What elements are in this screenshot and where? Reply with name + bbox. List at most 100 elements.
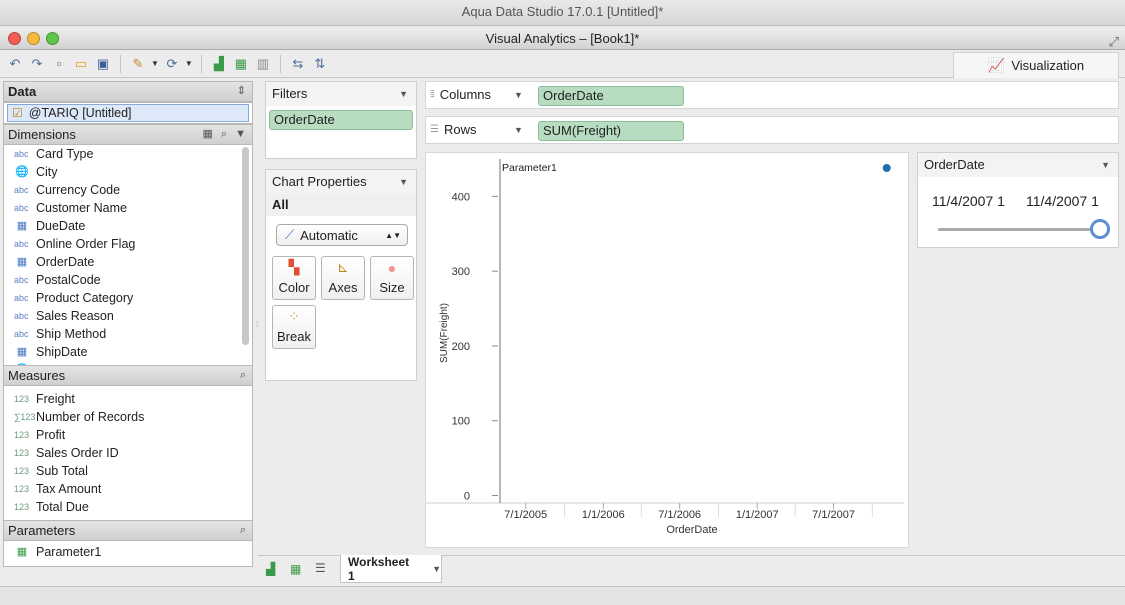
axes-button[interactable]: ⊾ Axes xyxy=(321,256,365,300)
size-button[interactable]: ● Size xyxy=(370,256,414,300)
y-tick-label: 100 xyxy=(452,416,470,428)
visualization-tab[interactable]: 📈 Visualization xyxy=(953,52,1119,78)
close-window-button[interactable] xyxy=(8,32,21,45)
minimize-window-button[interactable] xyxy=(27,32,40,45)
x-axis-label: OrderDate xyxy=(666,524,717,536)
chevron-down-icon[interactable]: ▼ xyxy=(235,125,246,144)
columns-pill-orderdate[interactable]: OrderDate xyxy=(538,86,684,106)
add-dashboard-icon[interactable]: ▦ xyxy=(290,562,301,576)
columns-grip-icon: ⦙⦙⦙ xyxy=(430,89,435,100)
chevron-down-icon[interactable]: ▼ xyxy=(1101,153,1110,177)
list-item[interactable]: abc PostalCode xyxy=(4,271,252,289)
list-item[interactable]: abc Ship Method xyxy=(4,325,252,343)
rows-shelf-label: ☰ Rows xyxy=(430,122,476,137)
calendar-icon: ▦ xyxy=(16,220,28,232)
add-worksheet-icon[interactable]: ▟ xyxy=(266,562,275,576)
list-item-label: OrderDate xyxy=(36,255,95,269)
text-type-icon: abc xyxy=(14,185,29,195)
add-dashboard-icon[interactable]: ▦ xyxy=(232,55,250,73)
data-source-icon[interactable]: ✎ xyxy=(129,55,147,73)
chart-properties-scope[interactable]: All xyxy=(266,194,416,216)
chart-icon[interactable]: ▥ xyxy=(254,55,272,73)
rows-label: Rows xyxy=(443,122,477,137)
redo-icon[interactable]: ↷ xyxy=(28,55,46,73)
parameters-header: Parameters ⌕ xyxy=(3,520,253,541)
dimensions-scrollbar[interactable] xyxy=(242,147,249,345)
data-source-menu-icon[interactable]: ▼ xyxy=(151,59,159,68)
chart-type-select[interactable]: ⟋ Automatic ▲▼ xyxy=(276,224,408,246)
data-point xyxy=(882,164,891,172)
list-item[interactable]: ▦ Parameter1 xyxy=(4,543,252,561)
add-worksheet-icon[interactable]: ▟ xyxy=(210,55,228,73)
chevron-down-icon[interactable]: ▼ xyxy=(399,82,408,106)
data-header-sort-icon[interactable]: ⇕ xyxy=(237,82,246,101)
rows-grip-icon: ☰ xyxy=(430,124,439,135)
toolbar-separator xyxy=(200,54,202,73)
search-icon[interactable]: ⌕ xyxy=(240,521,246,540)
chart-area[interactable]: 0 100 200 300 400 7/1/2005 1/1/2006 7/1/2006 1/1… xyxy=(425,152,909,548)
open-folder-icon[interactable]: ▭ xyxy=(72,55,90,73)
chevron-down-icon[interactable]: ▼ xyxy=(514,125,523,135)
list-item[interactable]: 123 Freight xyxy=(4,390,252,408)
break-icon: ⁘ xyxy=(288,308,300,324)
list-item[interactable]: 123 Sub Total xyxy=(4,462,252,480)
zoom-window-button[interactable] xyxy=(46,32,59,45)
chart-properties-panel: Chart Properties ▼ All ⟋ Automatic ▲▼ ▚ … xyxy=(265,169,417,381)
list-item[interactable]: abc Product Category xyxy=(4,289,252,307)
chevron-down-icon[interactable]: ▼ xyxy=(399,170,408,194)
toolbar-separator xyxy=(120,54,121,73)
save-icon[interactable]: ▣ xyxy=(94,55,112,73)
list-item[interactable]: abc Sales Reason xyxy=(4,307,252,325)
refresh-menu-icon[interactable]: ▼ xyxy=(185,59,193,68)
color-button[interactable]: ▚ Color xyxy=(272,256,316,300)
list-item[interactable]: abc Customer Name xyxy=(4,199,252,217)
worksheet-tab[interactable]: Worksheet 1 ▼ xyxy=(340,555,442,583)
list-item[interactable]: 123 Sales Order ID xyxy=(4,444,252,462)
undo-icon[interactable]: ↶ xyxy=(6,55,24,73)
globe-icon: 🌐 xyxy=(15,166,29,178)
search-icon[interactable]: ⌕ xyxy=(240,366,246,385)
list-item[interactable]: 🌐 City xyxy=(4,163,252,181)
parameters-list: ▦ Parameter1 xyxy=(3,541,253,567)
rows-pill-sum-freight[interactable]: SUM(Freight) xyxy=(538,121,684,141)
search-icon[interactable]: ⌕ xyxy=(221,125,227,144)
list-item[interactable]: 123 Tax Amount xyxy=(4,480,252,498)
list-item-label: Sub Total xyxy=(36,464,88,478)
filter-pill-orderdate[interactable]: OrderDate xyxy=(269,110,413,130)
list-item[interactable]: ▦ OrderDate xyxy=(4,253,252,271)
refresh-icon[interactable]: ⟳ xyxy=(163,55,181,73)
columns-shelf: ⦙⦙⦙ Columns ▼ OrderDate xyxy=(425,81,1119,109)
sort-icon[interactable]: ⇅ xyxy=(311,55,329,73)
range-slider-track[interactable] xyxy=(938,228,1100,231)
list-item[interactable]: ▦ ShipDate xyxy=(4,343,252,361)
number-type-icon: 123 xyxy=(14,394,30,404)
filters-panel: Filters ▼ OrderDate xyxy=(265,81,417,159)
table-view-icon[interactable]: ▦ xyxy=(203,125,213,144)
range-end-value: 11/4/2007 1 xyxy=(1026,193,1099,209)
datasource-label: @TARIQ [Untitled] xyxy=(28,106,132,120)
range-slider-handle[interactable] xyxy=(1090,219,1110,239)
list-item[interactable]: ∑123 Number of Records xyxy=(4,408,252,426)
list-item-label: Currency Code xyxy=(36,183,121,197)
list-item[interactable]: abc Currency Code xyxy=(4,181,252,199)
dimensions-label: Dimensions xyxy=(8,127,76,142)
new-document-icon[interactable]: ▫ xyxy=(50,55,68,73)
text-type-icon: abc xyxy=(14,203,29,213)
splitter-handle[interactable]: ⁞ xyxy=(256,320,258,329)
list-item-label: Customer Name xyxy=(36,201,127,215)
size-label: Size xyxy=(379,280,405,295)
list-item-label: Total Due xyxy=(36,500,89,514)
list-item[interactable]: 123 Total Due xyxy=(4,498,252,516)
break-button[interactable]: ⁘ Break xyxy=(272,305,316,349)
worksheet-bar: ▟ ▦ ☰ Worksheet 1 ▼ xyxy=(258,555,1125,585)
chevron-down-icon[interactable]: ▼ xyxy=(514,90,523,100)
list-item[interactable]: abc Card Type xyxy=(4,145,252,163)
worksheet-list-icon[interactable]: ☰ xyxy=(315,561,326,575)
list-item[interactable]: ▦ DueDate xyxy=(4,217,252,235)
datasource-item[interactable]: ☑ @TARIQ [Untitled] xyxy=(7,104,249,122)
list-item-label: Freight xyxy=(36,392,75,406)
list-item[interactable]: 123 Profit xyxy=(4,426,252,444)
swap-icon[interactable]: ⇆ xyxy=(289,55,307,73)
list-item[interactable]: abc Online Order Flag xyxy=(4,235,252,253)
chevron-down-icon[interactable]: ▼ xyxy=(432,564,441,574)
